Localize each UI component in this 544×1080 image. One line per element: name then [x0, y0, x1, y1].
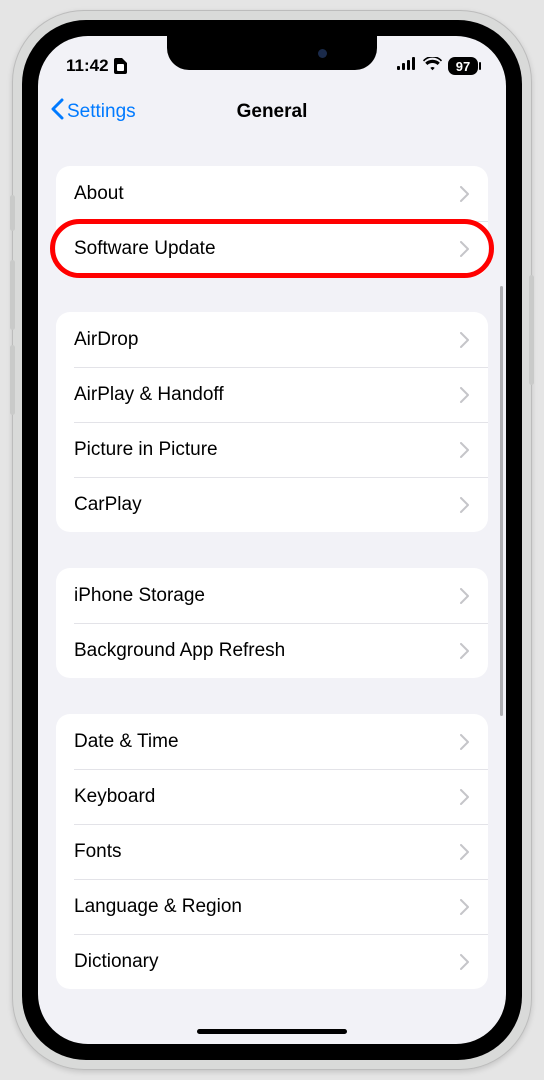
row-fonts[interactable]: Fonts — [56, 824, 488, 879]
chevron-right-icon — [460, 497, 470, 513]
row-label: CarPlay — [74, 494, 142, 516]
row-about[interactable]: About — [56, 166, 488, 221]
settings-group: iPhone Storage Background App Refresh — [56, 568, 488, 678]
chevron-right-icon — [460, 588, 470, 604]
chevron-right-icon — [460, 241, 470, 257]
chevron-right-icon — [460, 789, 470, 805]
cellular-signal-icon — [397, 57, 417, 75]
row-label: Picture in Picture — [74, 439, 218, 461]
chevron-right-icon — [460, 387, 470, 403]
row-label: Dictionary — [74, 951, 158, 973]
status-right: 97 — [397, 57, 478, 76]
screen: 11:42 97 — [38, 36, 506, 1044]
row-airplay-handoff[interactable]: AirPlay & Handoff — [56, 367, 488, 422]
row-picture-in-picture[interactable]: Picture in Picture — [56, 422, 488, 477]
chevron-right-icon — [460, 899, 470, 915]
chevron-right-icon — [460, 844, 470, 860]
row-label: AirPlay & Handoff — [74, 384, 224, 406]
chevron-right-icon — [460, 734, 470, 750]
battery-indicator: 97 — [448, 57, 478, 75]
settings-group: AirDrop AirPlay & Handoff Picture in Pictu… — [56, 312, 488, 532]
chevron-left-icon — [50, 98, 64, 126]
front-camera-icon — [318, 49, 327, 58]
row-iphone-storage[interactable]: iPhone Storage — [56, 568, 488, 623]
row-label: Fonts — [74, 841, 122, 863]
row-language-region[interactable]: Language & Region — [56, 879, 488, 934]
row-dictionary[interactable]: Dictionary — [56, 934, 488, 989]
row-label: About — [74, 183, 124, 205]
chevron-right-icon — [460, 186, 470, 202]
chevron-right-icon — [460, 442, 470, 458]
side-button — [529, 275, 534, 385]
row-label: Date & Time — [74, 731, 179, 753]
volume-up-button — [10, 260, 15, 330]
row-background-app-refresh[interactable]: Background App Refresh — [56, 623, 488, 678]
wifi-icon — [423, 57, 442, 76]
device-frame: 11:42 97 — [12, 10, 532, 1070]
row-keyboard[interactable]: Keyboard — [56, 769, 488, 824]
row-label: AirDrop — [74, 329, 138, 351]
chevron-right-icon — [460, 643, 470, 659]
back-button-label: Settings — [67, 101, 136, 123]
back-button[interactable]: Settings — [50, 98, 136, 126]
settings-group: Date & Time Keyboard Fonts Language & Regio… — [56, 714, 488, 989]
row-label: Software Update — [74, 238, 216, 260]
sim-card-icon — [114, 58, 127, 74]
home-indicator[interactable] — [197, 1029, 347, 1034]
mute-switch — [10, 195, 15, 231]
row-software-update[interactable]: Software Update — [56, 221, 488, 276]
row-date-time[interactable]: Date & Time — [56, 714, 488, 769]
row-airdrop[interactable]: AirDrop — [56, 312, 488, 367]
status-left: 11:42 — [66, 56, 127, 76]
scrollbar[interactable] — [500, 286, 503, 716]
content-scroll[interactable]: About Software Update AirDrop AirPlay & Han… — [38, 166, 506, 1009]
row-label: Background App Refresh — [74, 640, 285, 662]
row-label: iPhone Storage — [74, 585, 205, 607]
settings-group: About Software Update — [56, 166, 488, 276]
navigation-bar: Settings General — [38, 86, 506, 138]
row-label: Language & Region — [74, 896, 242, 918]
volume-down-button — [10, 345, 15, 415]
chevron-right-icon — [460, 332, 470, 348]
notch — [167, 36, 377, 70]
device-bezel: 11:42 97 — [22, 20, 522, 1060]
chevron-right-icon — [460, 954, 470, 970]
row-carplay[interactable]: CarPlay — [56, 477, 488, 532]
status-time: 11:42 — [66, 56, 109, 76]
row-label: Keyboard — [74, 786, 155, 808]
